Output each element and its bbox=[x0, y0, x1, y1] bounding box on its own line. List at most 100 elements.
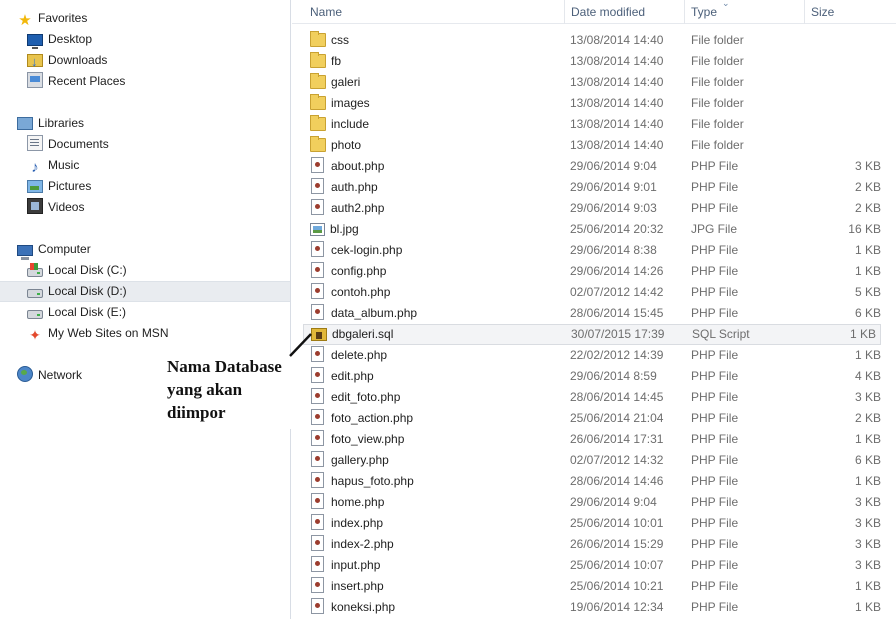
file-name: edit_foto.php bbox=[331, 390, 401, 404]
file-name: gallery.php bbox=[331, 453, 389, 467]
nav-pictures[interactable]: Pictures bbox=[0, 176, 290, 197]
column-header-type[interactable]: Type bbox=[685, 0, 805, 24]
file-name-cell: index-2.php bbox=[310, 534, 394, 555]
favorites-group: ★ Favorites Desktop Downloads Recent Plac… bbox=[0, 8, 290, 92]
file-row[interactable]: images 13/08/2014 14:40 File folder bbox=[292, 93, 896, 114]
file-type: PHP File bbox=[691, 369, 739, 383]
column-header-name[interactable]: Name bbox=[304, 0, 565, 24]
file-row[interactable]: cek-login.php 29/06/2014 8:38 PHP File 1 KB bbox=[292, 240, 896, 261]
file-row[interactable]: foto_action.php 25/06/2014 21:04 PHP File 2… bbox=[292, 408, 896, 429]
nav-downloads[interactable]: Downloads bbox=[0, 50, 290, 72]
php-file-icon bbox=[311, 199, 324, 215]
file-type: PHP File bbox=[691, 579, 739, 593]
file-row[interactable]: input.php 25/06/2014 10:07 PHP File 3 KB bbox=[292, 555, 896, 576]
computer-icon bbox=[17, 245, 33, 260]
file-name-cell: foto_action.php bbox=[310, 408, 413, 429]
file-row[interactable]: insert.php 25/06/2014 10:21 PHP File 1 KB bbox=[292, 576, 896, 597]
php-file-icon bbox=[311, 178, 324, 194]
file-type: File folder bbox=[691, 54, 744, 68]
file-row[interactable]: delete.php 22/02/2012 14:39 PHP File 1 KB bbox=[292, 345, 896, 366]
php-file-icon bbox=[311, 304, 324, 320]
file-size: 3 KB bbox=[854, 537, 881, 551]
file-type: PHP File bbox=[691, 495, 739, 509]
file-row[interactable]: edit.php 29/06/2014 8:59 PHP File 4 KB bbox=[292, 366, 896, 387]
file-name: edit.php bbox=[331, 369, 374, 383]
file-date-modified: 13/08/2014 14:40 bbox=[570, 75, 664, 89]
file-row[interactable]: galeri 13/08/2014 14:40 File folder bbox=[292, 72, 896, 93]
file-type: PHP File bbox=[691, 558, 739, 572]
nav-libraries[interactable]: Libraries bbox=[0, 113, 290, 134]
file-date-modified: 28/06/2014 15:45 bbox=[570, 306, 664, 320]
file-name: index.php bbox=[331, 516, 384, 530]
nav-label: Favorites bbox=[38, 11, 88, 25]
file-row[interactable]: photo 13/08/2014 14:40 File folder bbox=[292, 135, 896, 156]
file-type: PHP File bbox=[691, 453, 739, 467]
nav-desktop[interactable]: Desktop bbox=[0, 29, 290, 50]
folder-icon bbox=[310, 31, 326, 47]
nav-recent-places[interactable]: Recent Places bbox=[0, 71, 290, 92]
file-row[interactable]: edit_foto.php 28/06/2014 14:45 PHP File 3 K… bbox=[292, 387, 896, 408]
libraries-group: Libraries Documents ♪ Music Pictures Vide… bbox=[0, 113, 290, 218]
file-row[interactable]: hapus_foto.php 28/06/2014 14:46 PHP File 1 … bbox=[292, 471, 896, 492]
disk-icon bbox=[27, 310, 43, 319]
file-size: 1 KB bbox=[854, 579, 881, 593]
column-header-date-modified[interactable]: Date modified bbox=[565, 0, 685, 24]
file-row[interactable]: css 13/08/2014 14:40 File folder bbox=[292, 30, 896, 51]
file-row[interactable]: include 13/08/2014 14:40 File folder bbox=[292, 114, 896, 135]
file-type: PHP File bbox=[691, 390, 739, 404]
nav-videos[interactable]: Videos bbox=[0, 197, 290, 218]
php-file-icon bbox=[311, 556, 324, 572]
file-row[interactable]: auth2.php 29/06/2014 9:03 PHP File 2 KB bbox=[292, 198, 896, 219]
file-row[interactable]: about.php 29/06/2014 9:04 PHP File 3 KB bbox=[292, 156, 896, 177]
nav-favorites[interactable]: ★ Favorites bbox=[0, 8, 290, 29]
nav-my-web-sites-on-msn[interactable]: ✦ My Web Sites on MSN bbox=[0, 323, 290, 344]
file-row[interactable]: config.php 29/06/2014 14:26 PHP File 1 KB bbox=[292, 261, 896, 282]
nav-documents[interactable]: Documents bbox=[0, 134, 290, 155]
file-size: 1 KB bbox=[854, 474, 881, 488]
file-type: PHP File bbox=[691, 411, 739, 425]
nav-computer[interactable]: Computer bbox=[0, 239, 290, 260]
file-row[interactable]: data_album.php 28/06/2014 15:45 PHP File 6 … bbox=[292, 303, 896, 324]
file-row[interactable]: koneksi.php 19/06/2014 12:34 PHP File 1 KB bbox=[292, 597, 896, 618]
file-date-modified: 13/08/2014 14:40 bbox=[570, 138, 664, 152]
file-row[interactable]: gallery.php 02/07/2012 14:32 PHP File 6 KB bbox=[292, 450, 896, 471]
file-row[interactable]: bl.jpg 25/06/2014 20:32 JPG File 16 KB bbox=[292, 219, 896, 240]
file-row[interactable]: index.php 25/06/2014 10:01 PHP File 3 KB bbox=[292, 513, 896, 534]
column-header-size[interactable]: Size bbox=[805, 0, 896, 24]
file-type: PHP File bbox=[691, 180, 739, 194]
file-name-cell: galeri bbox=[310, 72, 360, 93]
file-type: File folder bbox=[691, 117, 744, 131]
nav-local-disk-e[interactable]: Local Disk (E:) bbox=[0, 302, 290, 323]
file-size: 4 KB bbox=[854, 369, 881, 383]
file-name-cell: cek-login.php bbox=[310, 240, 402, 261]
file-date-modified: 29/06/2014 9:04 bbox=[570, 159, 657, 173]
php-file-icon bbox=[311, 409, 324, 425]
nav-label: Pictures bbox=[48, 179, 92, 193]
file-row[interactable]: index-2.php 26/06/2014 15:29 PHP File 3 KB bbox=[292, 534, 896, 555]
file-name-cell: auth2.php bbox=[310, 198, 384, 219]
php-file-icon bbox=[311, 598, 324, 614]
file-name: bl.jpg bbox=[330, 222, 359, 236]
nav-local-disk-c[interactable]: Local Disk (C:) bbox=[0, 260, 290, 281]
file-size: 1 KB bbox=[854, 243, 881, 257]
file-row[interactable]: auth.php 29/06/2014 9:01 PHP File 2 KB bbox=[292, 177, 896, 198]
file-row[interactable]: fb 13/08/2014 14:40 File folder bbox=[292, 51, 896, 72]
annotation-line: Nama Database bbox=[167, 357, 282, 376]
file-row[interactable]: foto_view.php 26/06/2014 17:31 PHP File 1 K… bbox=[292, 429, 896, 450]
file-rows: css 13/08/2014 14:40 File folder fb 13/08/20… bbox=[292, 30, 896, 618]
system-disk-icon bbox=[27, 263, 43, 277]
nav-music[interactable]: ♪ Music bbox=[0, 155, 290, 176]
nav-label: Desktop bbox=[48, 32, 93, 46]
file-date-modified: 29/06/2014 8:59 bbox=[570, 369, 657, 383]
nav-local-disk-d[interactable]: Local Disk (D:) bbox=[0, 281, 290, 302]
php-file-icon bbox=[311, 514, 324, 530]
nav-label: Recent Places bbox=[48, 74, 126, 88]
file-row[interactable]: dbgaleri.sql 30/07/2015 17:39 SQL Script 1 … bbox=[303, 324, 881, 345]
file-row[interactable]: contoh.php 02/07/2012 14:42 PHP File 5 KB bbox=[292, 282, 896, 303]
php-file-icon bbox=[311, 535, 324, 551]
file-name-cell: gallery.php bbox=[310, 450, 389, 471]
php-file-icon bbox=[311, 577, 324, 593]
file-name-cell: fb bbox=[310, 51, 341, 72]
file-name-cell: input.php bbox=[310, 555, 380, 576]
file-row[interactable]: home.php 29/06/2014 9:04 PHP File 3 KB bbox=[292, 492, 896, 513]
